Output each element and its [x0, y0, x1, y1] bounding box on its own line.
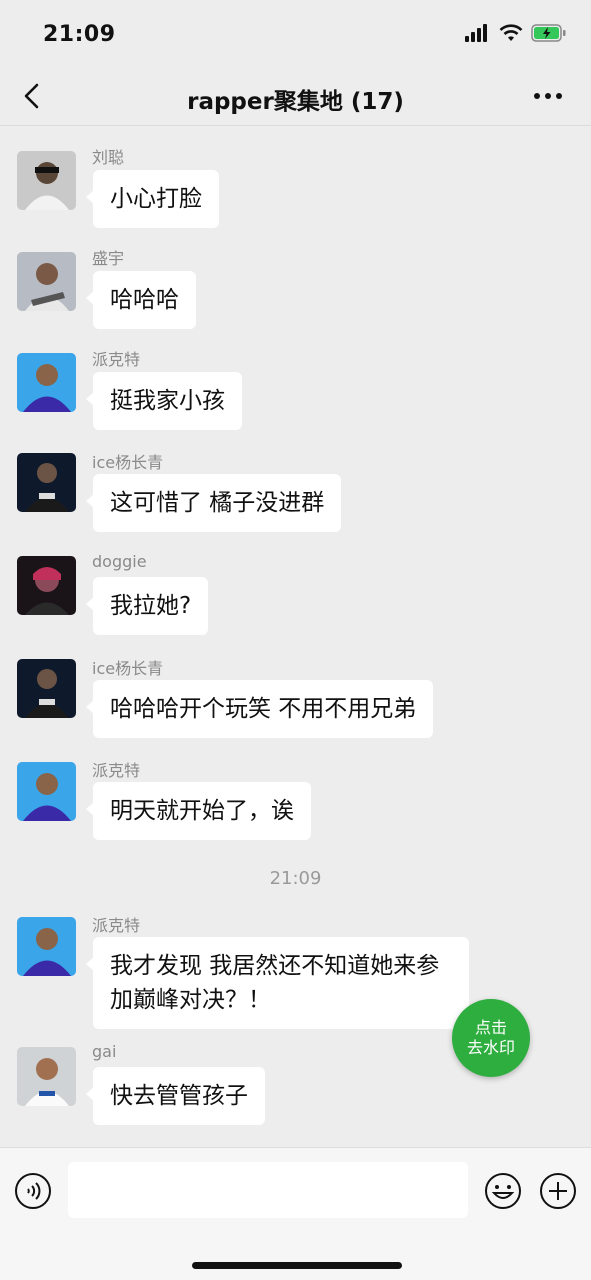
message-bubble[interactable]: 哈哈哈 [86, 271, 196, 329]
message-bubble[interactable]: 我才发现 我居然还不知道她来参加巅峰对决？！ [86, 937, 469, 1029]
home-indicator [192, 1262, 402, 1269]
status-bar: 21:09 [0, 0, 591, 70]
avatar[interactable] [17, 151, 76, 210]
emoji-icon[interactable] [484, 1172, 522, 1210]
sender-name: ice杨长青 [92, 453, 164, 472]
message-input[interactable] [68, 1162, 468, 1218]
remove-watermark-button[interactable]: 点击 去水印 [452, 999, 530, 1077]
status-time: 21:09 [43, 22, 116, 47]
avatar[interactable] [17, 659, 76, 718]
remove-watermark-line2: 去水印 [466, 1038, 515, 1057]
avatar[interactable] [17, 1047, 76, 1106]
status-icons [465, 24, 567, 42]
chat-header: rapper聚集地 (17) [0, 70, 591, 126]
avatar[interactable] [17, 556, 76, 615]
sender-name: 刘聪 [92, 148, 125, 167]
avatar[interactable] [17, 762, 76, 821]
message-bubble[interactable]: 挺我家小孩 [86, 372, 242, 430]
avatar[interactable] [17, 252, 76, 311]
avatar[interactable] [17, 453, 76, 512]
voice-icon[interactable] [14, 1172, 52, 1210]
message-bubble[interactable]: 我拉她? [85, 577, 209, 635]
message-bubble[interactable]: 明天就开始了，诶 [86, 782, 311, 840]
sender-name: 盛宇 [92, 249, 125, 268]
battery-icon [531, 24, 566, 42]
avatar[interactable] [17, 917, 76, 976]
sender-name: ice杨长青 [92, 659, 164, 678]
sender-name: 派克特 [92, 761, 141, 780]
message-bubble[interactable]: 快去管管孩子 [86, 1067, 265, 1125]
message-list: 刘聪 小心打脸 盛宇 哈哈哈 派克特 挺我家小孩 ice杨长青 这可惜了 橘子没… [0, 127, 591, 1147]
message-bubble[interactable]: 小心打脸 [86, 170, 219, 228]
wifi-icon [499, 24, 523, 41]
remove-watermark-line1: 点击 [474, 1018, 507, 1037]
sender-name: gai [92, 1042, 117, 1061]
message-bubble[interactable]: 这可惜了 橘子没进群 [85, 474, 342, 532]
plus-icon[interactable] [539, 1172, 577, 1210]
sender-name: 派克特 [92, 916, 141, 935]
chat-title: rapper聚集地 (17) [187, 89, 404, 115]
signal-icon [465, 24, 487, 42]
avatar[interactable] [17, 353, 76, 412]
more-dots-icon[interactable] [533, 84, 563, 108]
message-bubble[interactable]: 哈哈哈开个玩笑 不用不用兄弟 [85, 680, 434, 738]
sender-name: doggie [92, 552, 147, 571]
timestamp: 21:09 [269, 868, 322, 889]
input-bar [0, 1147, 591, 1280]
sender-name: 派克特 [92, 350, 141, 369]
